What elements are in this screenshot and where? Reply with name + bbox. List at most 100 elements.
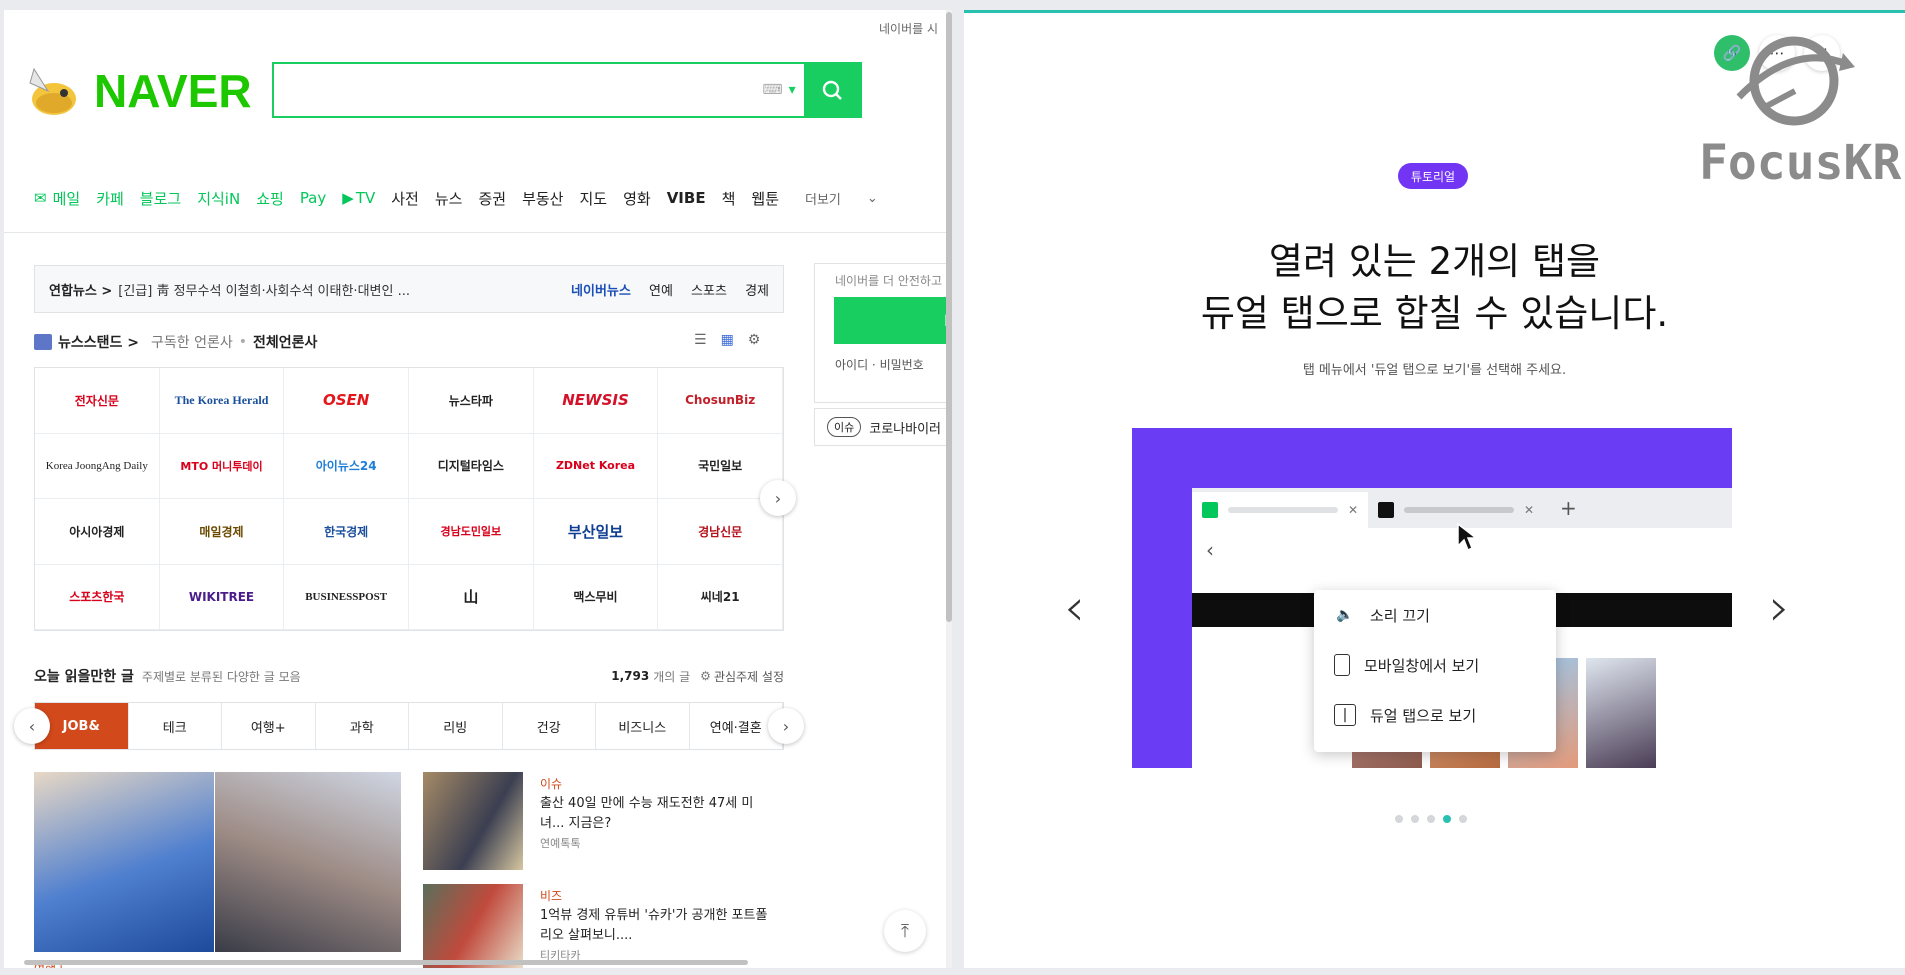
- press-cell[interactable]: OSEN: [284, 368, 409, 434]
- press-cell[interactable]: 아이뉴스24: [284, 433, 409, 499]
- article-thumb[interactable]: [423, 884, 523, 968]
- today-count-unit: 개의 글: [653, 669, 691, 684]
- menu-dual-tab-label: 듀얼 탭으로 보기: [1370, 706, 1477, 725]
- tutorial-preview: ✕ ✕ + ‹ SERIES ‹ 🔈소리 끄기 모바일창에서 보기: [1132, 428, 1732, 768]
- headline-source[interactable]: 연합뉴스 >: [49, 280, 112, 299]
- feature-image-left[interactable]: [34, 772, 214, 952]
- nav-movie[interactable]: 영화: [623, 188, 651, 209]
- tab-business[interactable]: 비즈니스: [596, 703, 690, 749]
- article-title[interactable]: 1억뷰 경제 유튜버 '슈카'가 공개한 포트폴리오 살펴보니....: [540, 906, 770, 946]
- link-economy[interactable]: 경제: [745, 284, 769, 299]
- pagination-dot[interactable]: [1427, 815, 1435, 823]
- search-input[interactable]: [274, 64, 754, 116]
- nav-news[interactable]: 뉴스: [435, 188, 463, 209]
- nav-book[interactable]: 책: [722, 188, 736, 209]
- press-cell[interactable]: 씨네21: [658, 564, 783, 630]
- article-item[interactable]: 비즈 1억뷰 경제 유튜버 '슈카'가 공개한 포트폴리오 살펴보니.... 티…: [540, 886, 770, 966]
- press-cell[interactable]: 부산일보: [533, 499, 659, 565]
- tutorial-prev-button[interactable]: ‹: [1064, 578, 1085, 638]
- press-cell[interactable]: MTO 머니투데이: [159, 433, 285, 499]
- press-cell[interactable]: 매일경제: [159, 499, 285, 565]
- article-item[interactable]: 이슈 출산 40일 만에 수능 재도전한 47세 미녀... 지금은? 연예톡톡: [540, 774, 770, 854]
- nav-webtoon[interactable]: 웹툰: [751, 188, 779, 209]
- horizontal-scrollbar[interactable]: [24, 960, 748, 965]
- article-title[interactable]: 출산 40일 만에 수능 재도전한 47세 미녀... 지금은?: [540, 794, 770, 834]
- login-links[interactable]: 아이디 · 비밀번호: [835, 356, 924, 373]
- link-sports[interactable]: 스포츠: [691, 284, 727, 299]
- nav-mail[interactable]: 메일: [53, 188, 81, 209]
- press-cell[interactable]: 전자신문: [35, 368, 160, 434]
- headline-text[interactable]: [긴급] 靑 정무수석 이철희·사회수석 이태한·대변인 ...: [118, 280, 557, 299]
- scroll-top-button[interactable]: ⤒: [884, 910, 926, 952]
- today-sub: 주제별로 분류된 다양한 글 모음: [141, 669, 301, 684]
- tab-living[interactable]: 리빙: [409, 703, 503, 749]
- article-thumb[interactable]: [423, 772, 523, 870]
- tab-tech[interactable]: 테크: [129, 703, 222, 749]
- press-cell[interactable]: NEWSIS: [533, 368, 659, 434]
- nav-shopping[interactable]: 쇼핑: [256, 188, 284, 209]
- naver-mascot-icon: [29, 67, 76, 115]
- press-next-button[interactable]: ›: [760, 480, 796, 516]
- tabs-prev-button[interactable]: ‹: [14, 708, 50, 744]
- mock-context-menu: 🔈 소리 끄기 모바일창에서 보기 | 듀얼 탭으로 보기: [1314, 590, 1556, 752]
- keyboard-icon[interactable]: ⌨ ▾: [754, 64, 804, 116]
- menu-mute-label: 소리 끄기: [1370, 606, 1430, 625]
- newsstand-title[interactable]: 뉴스스탠드 >: [58, 332, 139, 352]
- press-cell[interactable]: 뉴스타파: [408, 368, 534, 434]
- nav-map[interactable]: 지도: [579, 188, 607, 209]
- feature-image-right[interactable]: [215, 772, 401, 952]
- pagination-dot[interactable]: [1411, 815, 1419, 823]
- link-entertainment[interactable]: 연예: [649, 284, 673, 299]
- press-cell[interactable]: 스포츠한국: [35, 564, 160, 630]
- list-view-icon[interactable]: ☰: [694, 332, 707, 348]
- watermark-logo: FocusKR: [1699, 31, 1901, 201]
- naver-login-button[interactable]: N: [834, 297, 952, 344]
- speaker-icon: 🔈: [1336, 607, 1354, 623]
- press-cell[interactable]: WIKITREE: [159, 564, 285, 630]
- press-cell[interactable]: Korea JoongAng Daily: [35, 433, 160, 499]
- press-cell[interactable]: 한국경제: [284, 499, 409, 565]
- press-cell[interactable]: 맥스무비: [533, 564, 659, 630]
- tabs-next-button[interactable]: ›: [768, 708, 804, 744]
- press-cell[interactable]: 山: [408, 564, 534, 630]
- nav-more[interactable]: 더보기: [805, 189, 841, 208]
- nav-dict[interactable]: 사전: [391, 188, 419, 209]
- press-cell[interactable]: 아시아경제: [35, 499, 160, 565]
- newsstand-subscribed[interactable]: 구독한 언론사: [151, 332, 233, 352]
- nav-blog[interactable]: 블로그: [140, 188, 181, 209]
- gear-icon: ⚙: [700, 669, 711, 683]
- tutorial-title: 열려 있는 2개의 탭을 듀얼 탭으로 합칠 수 있습니다.: [964, 236, 1905, 340]
- pagination-dot[interactable]: [1459, 815, 1467, 823]
- nav-cafe[interactable]: 카페: [96, 188, 124, 209]
- article-category: 이슈: [540, 777, 563, 791]
- pane-divider[interactable]: [952, 10, 964, 968]
- nav-tv[interactable]: TV: [356, 189, 375, 207]
- pagination-dot[interactable]: [1443, 815, 1451, 823]
- nav-vibe[interactable]: VIBE: [667, 189, 706, 207]
- nav-realestate[interactable]: 부동산: [522, 188, 563, 209]
- press-cell[interactable]: ZDNet Korea: [533, 433, 659, 499]
- press-cell[interactable]: The Korea Herald: [159, 368, 285, 434]
- press-cell[interactable]: 경남도민일보: [408, 499, 534, 565]
- newsstand-all[interactable]: 전체언론사: [253, 332, 317, 352]
- link-naver-news[interactable]: 네이버뉴스: [571, 284, 631, 299]
- press-cell[interactable]: BUSINESSPOST: [284, 564, 409, 630]
- top-notice[interactable]: 네이버를 시: [879, 20, 938, 37]
- issue-box[interactable]: 이슈 코로나바이러: [814, 408, 952, 446]
- pagination-dot[interactable]: [1395, 815, 1403, 823]
- nav-stock[interactable]: 증권: [478, 188, 506, 209]
- tab-science[interactable]: 과학: [316, 703, 409, 749]
- tab-health[interactable]: 건강: [503, 703, 596, 749]
- interest-setting-link[interactable]: 관심주제 설정: [714, 668, 784, 685]
- nav-pay[interactable]: Pay: [300, 189, 326, 207]
- gear-icon[interactable]: ⚙: [748, 332, 761, 348]
- search-button[interactable]: [804, 64, 860, 116]
- mock-favicon-m: [1378, 502, 1394, 518]
- tutorial-next-button[interactable]: ›: [1769, 578, 1790, 638]
- grid-view-icon[interactable]: ▦: [721, 332, 734, 348]
- nav-kin[interactable]: 지식iN: [197, 188, 240, 209]
- tab-travel[interactable]: 여행+: [222, 703, 316, 749]
- naver-logo[interactable]: NAVER: [24, 60, 252, 122]
- press-cell[interactable]: ChosunBiz: [658, 368, 783, 434]
- press-cell[interactable]: 디지털타임스: [408, 433, 534, 499]
